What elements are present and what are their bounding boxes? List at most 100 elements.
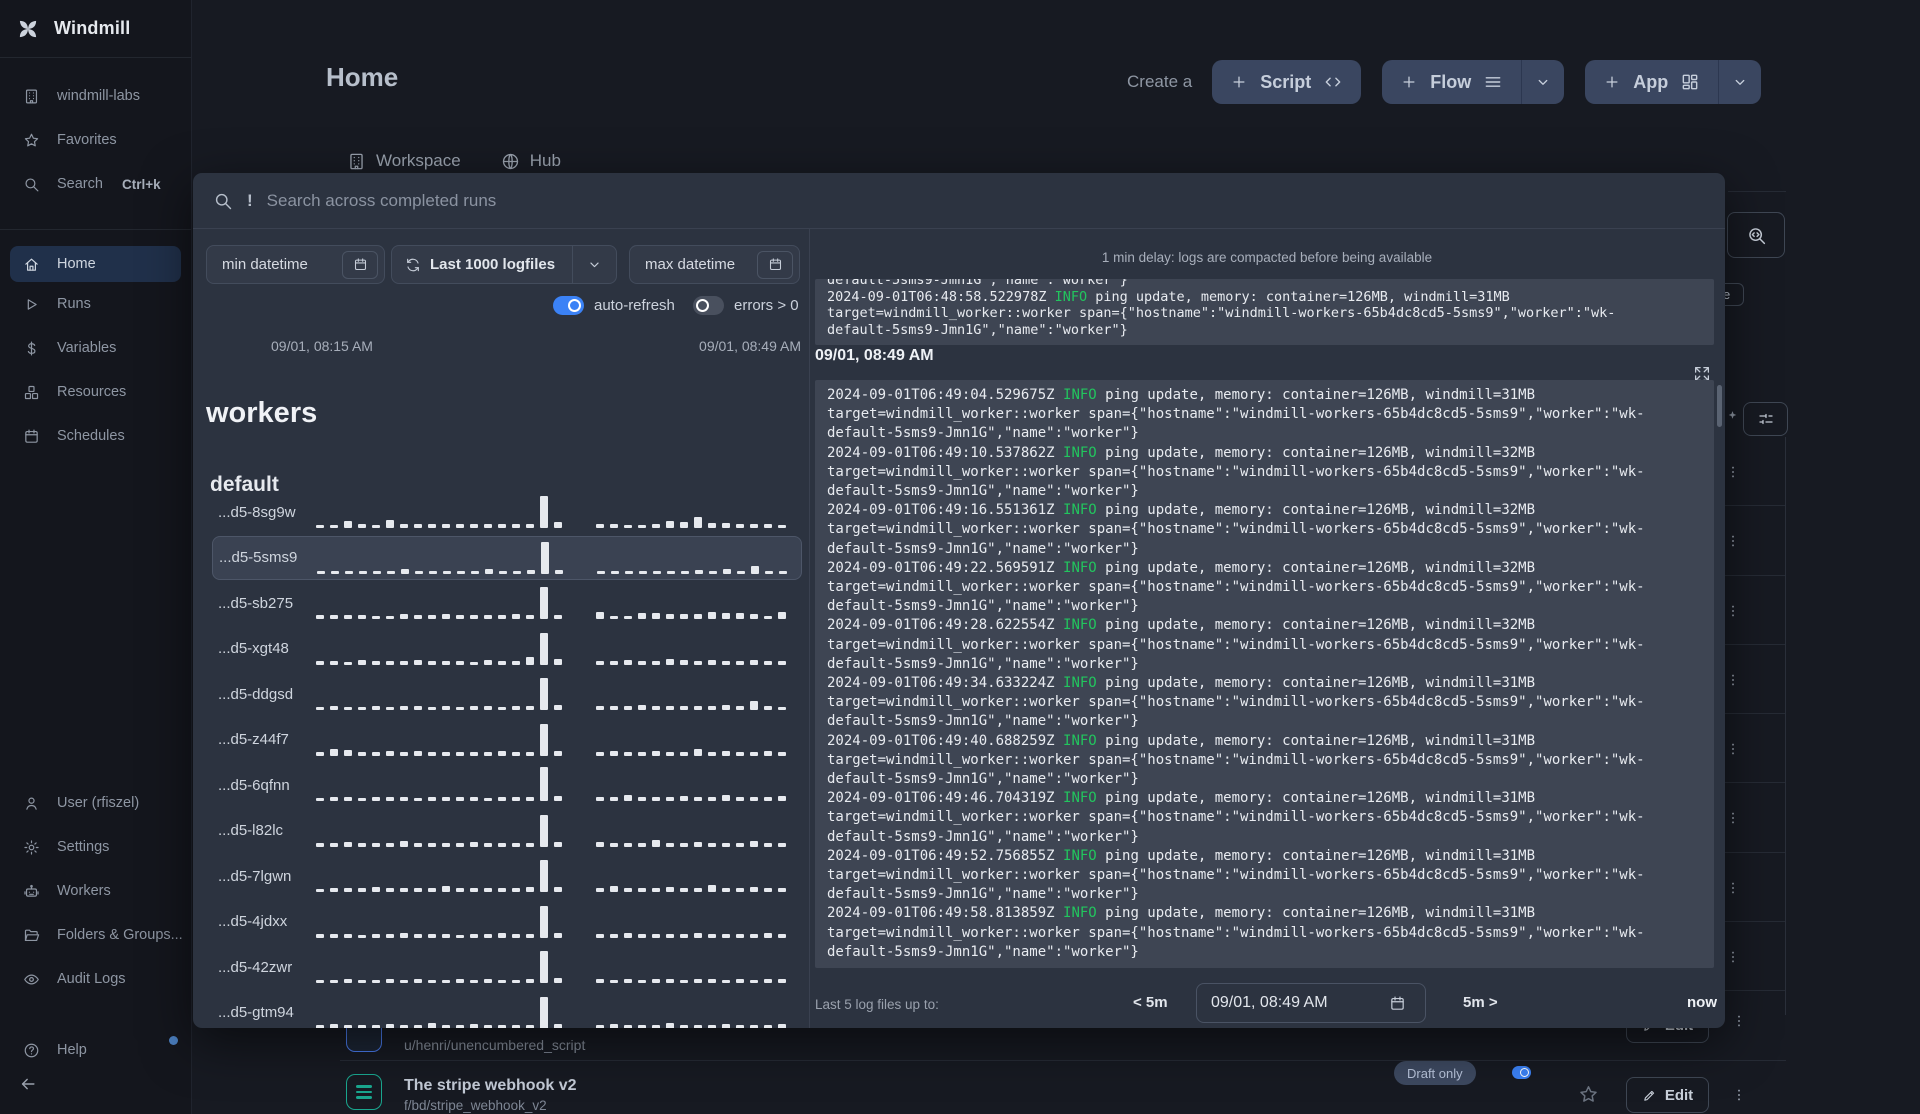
- spark-bar: [330, 1023, 338, 1028]
- sidebar-item-workers[interactable]: Workers: [0, 869, 191, 913]
- search-code-button[interactable]: [1727, 212, 1785, 258]
- spark-bar: [386, 750, 394, 756]
- spark-bar: [610, 886, 618, 892]
- create-flow-dropdown-button[interactable]: [1521, 60, 1565, 104]
- spark-bar: [456, 615, 464, 619]
- favorite-star-button[interactable]: [1578, 1084, 1599, 1105]
- row-menu-button[interactable]: [1725, 598, 1741, 624]
- sidebar-item-search[interactable]: Search Ctrl+k: [0, 162, 191, 206]
- tab-hub[interactable]: Hub: [501, 151, 561, 171]
- chevron-down-icon: [1731, 73, 1749, 91]
- row-menu-button[interactable]: [1725, 528, 1741, 554]
- create-app-button[interactable]: App: [1585, 60, 1719, 104]
- log-entry-line: 2024-09-01T06:49:16.551361Z INFO ping up…: [827, 502, 1536, 519]
- boxes-icon: [23, 384, 40, 401]
- row-menu-button[interactable]: [1725, 459, 1741, 485]
- row-menu-button[interactable]: [1725, 667, 1741, 693]
- spark-bar: [708, 523, 716, 528]
- row-menu-button[interactable]: [1725, 736, 1741, 762]
- worker-row-d5-5sms9[interactable]: ...d5-5sms9: [212, 535, 802, 580]
- sidebar-item-label: Resources: [57, 384, 127, 400]
- sidebar-item-home[interactable]: Home: [10, 246, 181, 282]
- worker-row-d5-z44f7[interactable]: ...d5-z44f7: [212, 718, 802, 762]
- deploy-toggle-icon[interactable]: [1512, 1066, 1531, 1079]
- worker-row-d5-8sg9w[interactable]: ...d5-8sg9w: [212, 490, 802, 534]
- spark-bar: [764, 842, 772, 847]
- worker-row-d5-7lgwn[interactable]: ...d5-7lgwn: [212, 854, 802, 898]
- sidebar-item-schedules[interactable]: Schedules: [0, 414, 191, 458]
- tab-workspace[interactable]: Workspace: [347, 151, 461, 171]
- spark-bar: [736, 660, 744, 665]
- spark-bar: [680, 751, 688, 756]
- now-button[interactable]: now: [1687, 994, 1717, 1011]
- sidebar-item-audit-logs[interactable]: Audit Logs: [0, 957, 191, 1001]
- sidebar-item-variables[interactable]: Variables: [0, 326, 191, 370]
- collapse-sidebar-button[interactable]: [18, 1074, 38, 1094]
- worker-row-d5-ddgsd[interactable]: ...d5-ddgsd: [212, 672, 802, 716]
- spark-bar: [694, 660, 702, 665]
- calendar-button[interactable]: [1379, 989, 1415, 1017]
- forward-5m-button[interactable]: 5m >: [1463, 994, 1498, 1011]
- spark-bar: [498, 842, 506, 847]
- edit-button[interactable]: Edit: [1626, 1077, 1709, 1113]
- row-menu-button[interactable]: [1725, 805, 1741, 831]
- sidebar-item-folders-groups[interactable]: Folders & Groups...: [0, 913, 191, 957]
- spark-bar: [652, 660, 660, 665]
- brand[interactable]: Windmill: [0, 0, 191, 58]
- create-app-dropdown-button[interactable]: [1718, 60, 1762, 104]
- sidebar-item-resources[interactable]: Resources: [0, 370, 191, 414]
- spark-bar: [694, 888, 702, 892]
- create-script-button[interactable]: Script: [1212, 60, 1362, 104]
- worker-row-d5-4jdxx[interactable]: ...d5-4jdxx: [212, 900, 802, 944]
- sidebar-item-favorites[interactable]: Favorites: [0, 118, 191, 162]
- worker-row-d5-xgt48[interactable]: ...d5-xgt48: [212, 627, 802, 671]
- sidebar-item-settings[interactable]: Settings: [0, 825, 191, 869]
- sidebar-item-help[interactable]: Help: [0, 1028, 191, 1072]
- auto-refresh-toggle[interactable]: [553, 296, 584, 315]
- spark-bar: [485, 568, 493, 574]
- max-datetime-field[interactable]: max datetime: [629, 245, 800, 284]
- spark-bar: [639, 570, 647, 574]
- spark-bar: [414, 933, 422, 938]
- spark-bar: [540, 587, 548, 619]
- spark-bar: [512, 933, 520, 938]
- sidebar-item-runs[interactable]: Runs: [0, 282, 191, 326]
- search-icon: [23, 176, 40, 193]
- log-entry-detail: target=windmill_worker::worker span={"ho…: [827, 636, 1645, 653]
- spark-bar: [316, 933, 324, 938]
- back-5m-button[interactable]: < 5m: [1133, 994, 1168, 1011]
- logfiles-dropdown[interactable]: Last 1000 logfiles: [391, 245, 617, 284]
- sidebar-item-user-rfiszel[interactable]: User (rfiszel): [0, 781, 191, 825]
- scrollbar-thumb[interactable]: [1717, 385, 1722, 427]
- calendar-button[interactable]: [342, 250, 378, 279]
- worker-name: ...d5-gtm94: [218, 1004, 294, 1021]
- spark-bar: [526, 615, 534, 619]
- row-menu-button[interactable]: [1725, 1013, 1741, 1015]
- log-datetime-field[interactable]: 09/01, 08:49 AM: [1196, 983, 1426, 1023]
- spark-bar: [442, 614, 450, 619]
- user-icon: [23, 795, 40, 812]
- row-menu-button[interactable]: [1725, 944, 1741, 970]
- worker-name: ...d5-l82lc: [218, 822, 284, 839]
- dropdown-chevron-button[interactable]: [573, 246, 616, 283]
- spark-bar: [442, 886, 450, 892]
- errors-toggle[interactable]: [693, 296, 724, 315]
- worker-row-d5-l82lc[interactable]: ...d5-l82lc: [212, 809, 802, 853]
- spark-bar: [526, 933, 534, 938]
- spark-bar: [456, 979, 464, 983]
- worker-row-d5-sb275[interactable]: ...d5-sb275: [212, 581, 802, 625]
- worker-row-d5-gtm94[interactable]: ...d5-gtm94: [212, 991, 802, 1028]
- spark-bar: [750, 524, 758, 528]
- min-datetime-field[interactable]: min datetime: [206, 245, 385, 284]
- row-menu-button[interactable]: [1725, 875, 1741, 901]
- spark-bar: [414, 979, 422, 983]
- worker-row-d5-42zwr[interactable]: ...d5-42zwr: [212, 945, 802, 989]
- filter-settings-button[interactable]: [1743, 402, 1788, 436]
- calendar-button[interactable]: [757, 250, 793, 279]
- worker-row-d5-6qfnn[interactable]: ...d5-6qfnn: [212, 763, 802, 807]
- sidebar-item-windmill-labs[interactable]: windmill-labs: [0, 74, 191, 118]
- spark-bar: [708, 706, 716, 710]
- runs-search-input[interactable]: [266, 190, 1725, 211]
- create-flow-button[interactable]: Flow: [1382, 60, 1522, 104]
- row-menu-button[interactable]: [1731, 1082, 1747, 1108]
